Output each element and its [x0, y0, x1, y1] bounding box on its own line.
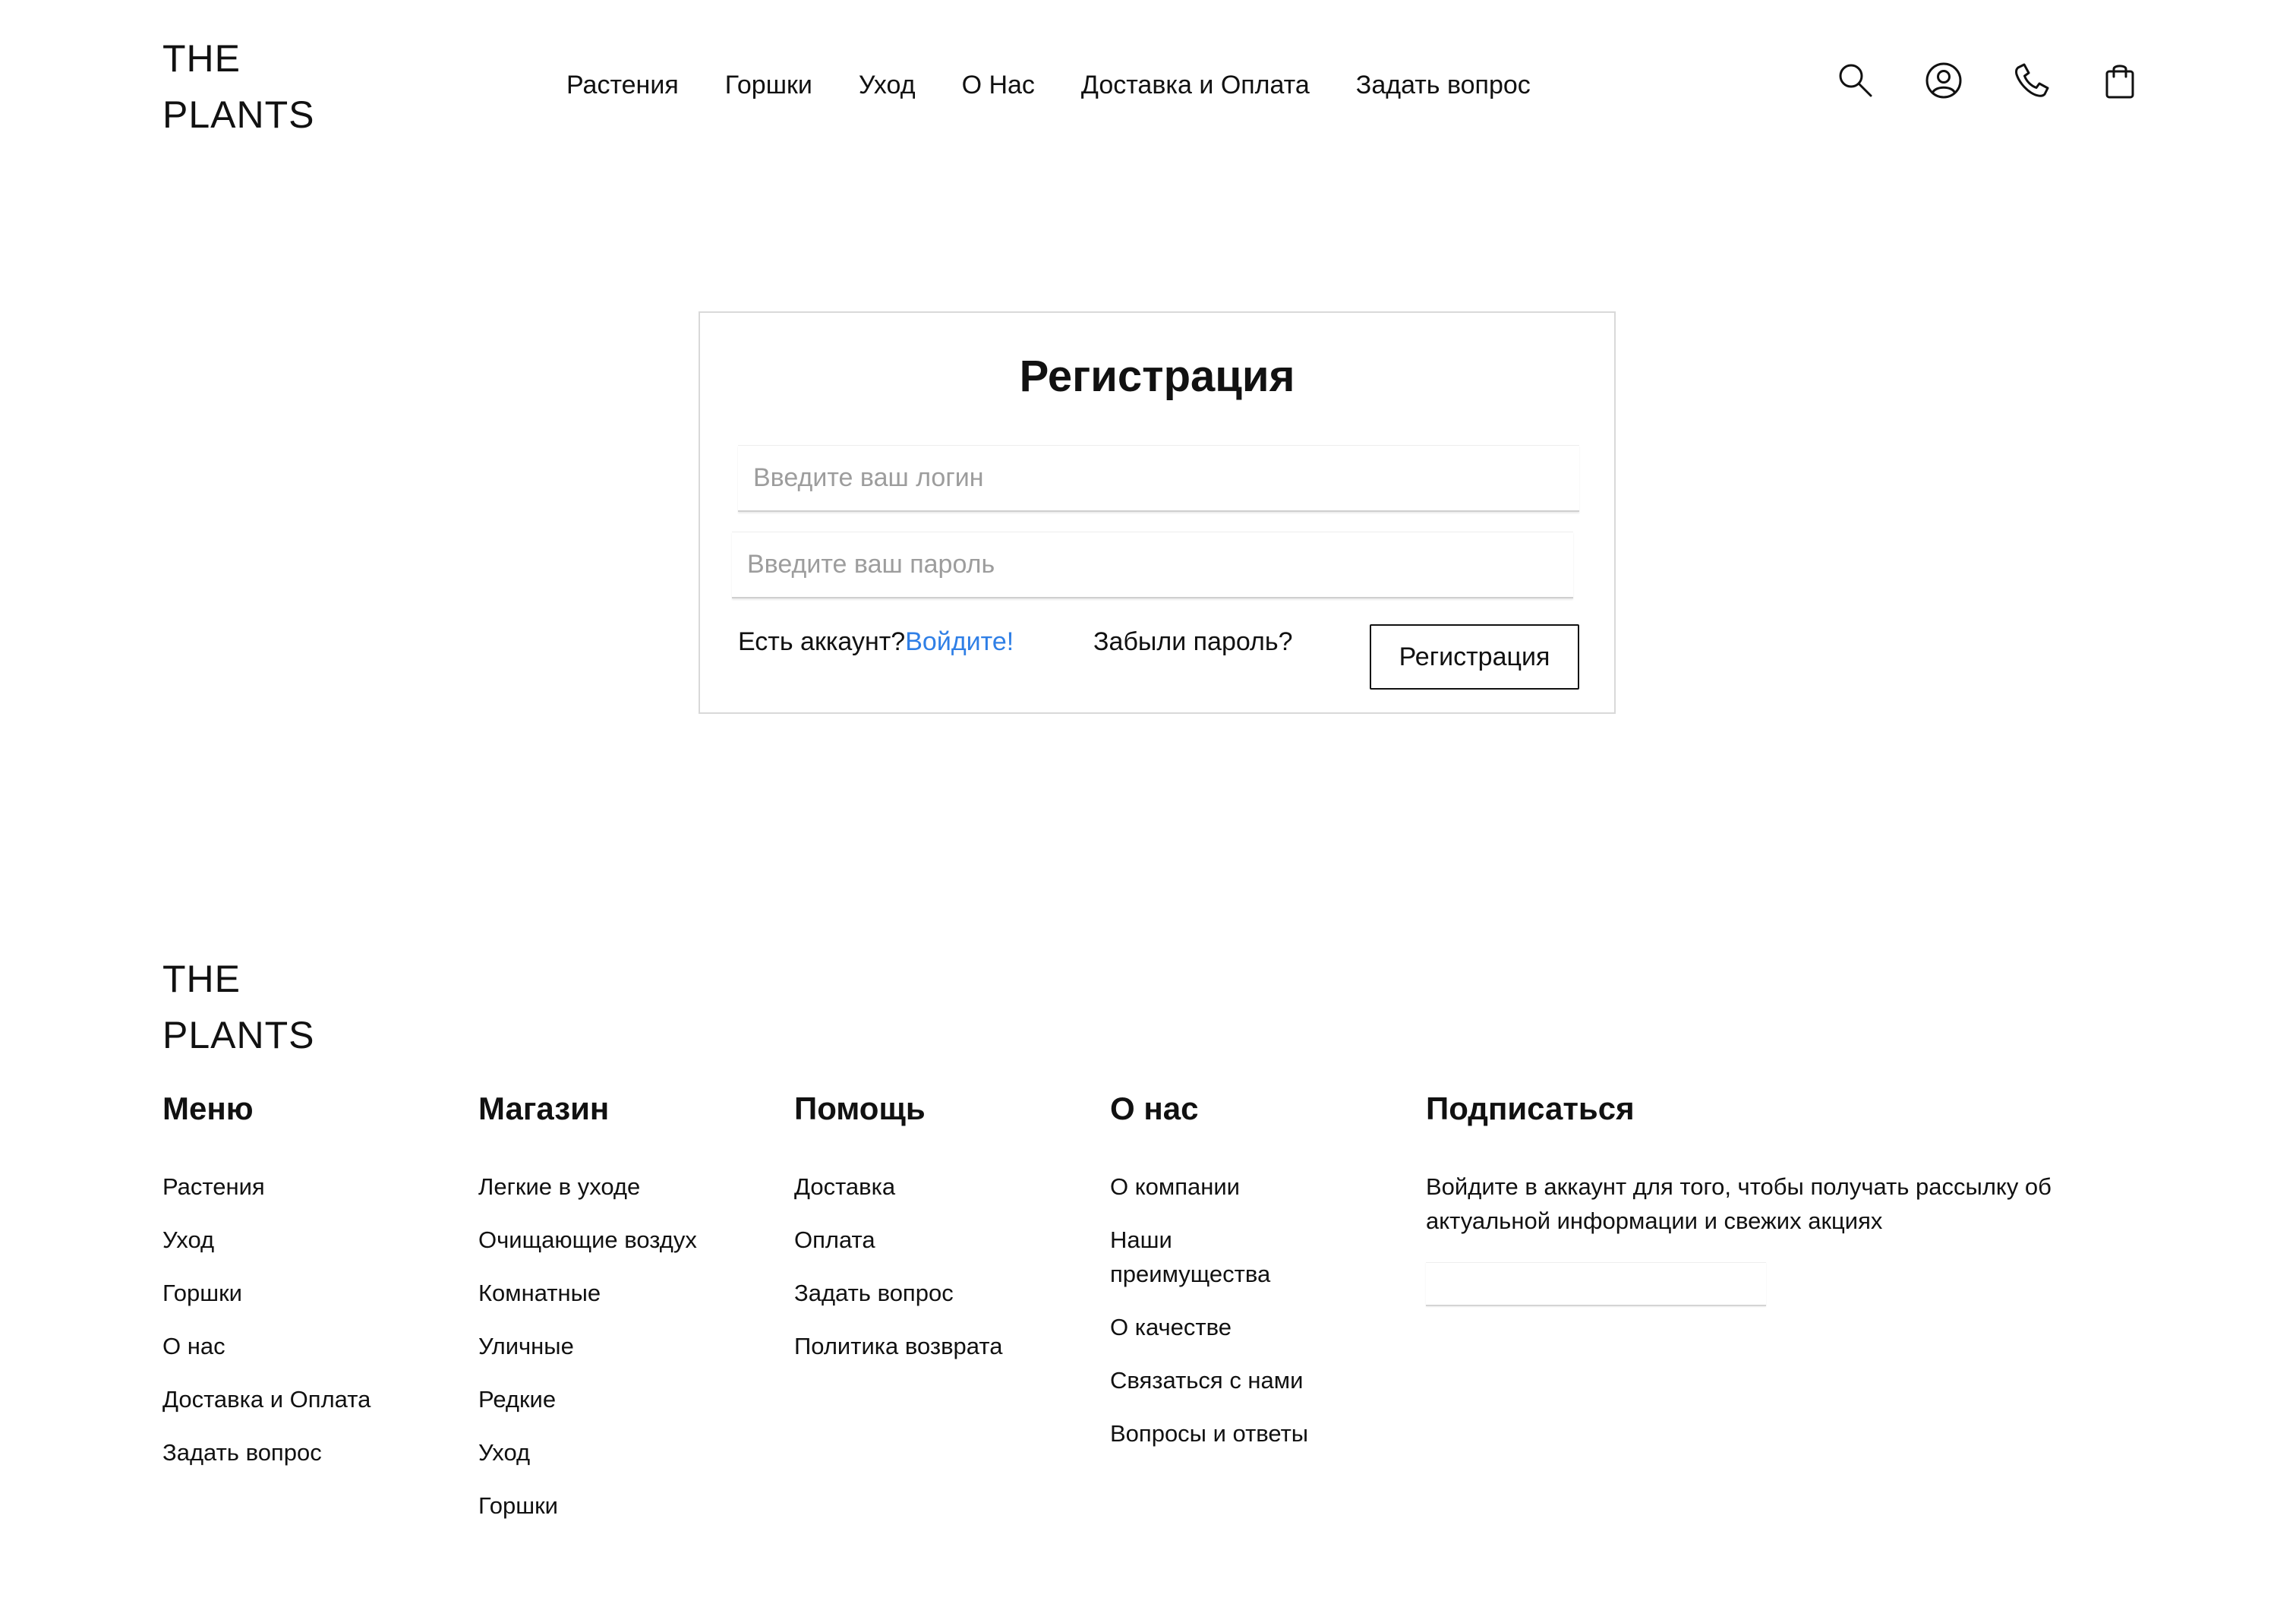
subscribe-description: Войдите в аккаунт для того, чтобы получа… — [1426, 1173, 2052, 1234]
footer-subscribe-title: Подписаться — [1426, 1091, 1635, 1126]
footer-menu-link[interactable]: О нас — [162, 1329, 371, 1363]
user-icon[interactable] — [1924, 59, 1963, 102]
footer-help-link[interactable]: Оплата — [794, 1223, 1002, 1257]
register-button[interactable]: Регистрация — [1370, 624, 1579, 690]
footer-about-link[interactable]: О компании — [1110, 1170, 1353, 1204]
password-input[interactable] — [732, 532, 1573, 598]
footer-help-link[interactable]: Политика возврата — [794, 1329, 1002, 1363]
logo-line-2: PLANTS — [162, 93, 315, 136]
forgot-password-link[interactable]: Забыли пароль? — [1093, 623, 1293, 661]
footer-menu-link[interactable]: Уход — [162, 1223, 371, 1257]
footer-help-list: Доставка Оплата Задать вопрос Политика в… — [794, 1170, 1002, 1382]
login-input[interactable] — [738, 445, 1579, 512]
main-nav: Растения Горшки Уход О Нас Доставка и Оп… — [566, 65, 1531, 105]
footer-shop-list: Легкие в уходе Очищающие воздух Комнатны… — [478, 1170, 697, 1542]
footer-about-list: О компании Наши преимущества О качестве … — [1110, 1170, 1353, 1470]
phone-icon[interactable] — [2012, 59, 2052, 102]
footer-shop-link[interactable]: Комнатные — [478, 1276, 697, 1310]
nav-link-pots[interactable]: Горшки — [725, 65, 812, 105]
nav-link-ask-question[interactable]: Задать вопрос — [1356, 65, 1531, 105]
footer-about-column: О нас О компании Наши преимущества О кач… — [1110, 1086, 1308, 1447]
footer-shop-link[interactable]: Уличные — [478, 1329, 697, 1363]
footer-shop-column: Магазин Легкие в уходе Очищающие воздух … — [478, 1086, 697, 1519]
footer-about-title: О нас — [1110, 1091, 1199, 1126]
registration-title: Регистрация — [1019, 352, 1295, 401]
footer-help-column: Помощь Доставка Оплата Задать вопрос Пол… — [794, 1086, 1002, 1359]
has-account-text: Есть аккаунт? — [738, 627, 906, 656]
header-icons — [1836, 59, 2140, 102]
footer-shop-link[interactable]: Легкие в уходе — [478, 1170, 697, 1204]
footer-logo[interactable]: THE PLANTS — [162, 951, 315, 1063]
footer-about-link[interactable]: Вопросы и ответы — [1110, 1416, 1353, 1451]
login-link[interactable]: Войдите! — [905, 627, 1014, 656]
footer-menu-link[interactable]: Доставка и Оплата — [162, 1382, 371, 1416]
nav-link-about[interactable]: О Нас — [962, 65, 1035, 105]
footer-about-link[interactable]: О качестве — [1110, 1310, 1353, 1344]
footer-shop-link[interactable]: Уход — [478, 1435, 697, 1470]
footer-logo-line-1: THE — [162, 958, 241, 1000]
footer-menu-list: Растения Уход Горшки О нас Доставка и Оп… — [162, 1170, 371, 1488]
footer-logo-line-2: PLANTS — [162, 1014, 315, 1056]
footer-menu-link[interactable]: Задать вопрос — [162, 1435, 371, 1470]
logo-line-1: THE — [162, 37, 241, 80]
footer-about-link[interactable]: Наши преимущества — [1110, 1223, 1307, 1291]
footer-help-link[interactable]: Задать вопрос — [794, 1276, 1002, 1310]
footer-subscribe-column: Подписаться Войдите в аккаунт для того, … — [1426, 1086, 2155, 1306]
has-account-prompt: Есть аккаунт?Войдите! — [738, 623, 1014, 661]
subscribe-input[interactable] — [1426, 1262, 1766, 1306]
footer-menu-title: Меню — [162, 1091, 254, 1126]
footer-menu-column: Меню Растения Уход Горшки О нас Доставка… — [162, 1086, 371, 1466]
search-icon[interactable] — [1836, 59, 1875, 102]
footer-menu-link[interactable]: Растения — [162, 1170, 371, 1204]
registration-form: Регистрация Есть аккаунт?Войдите! Забыли… — [699, 311, 1616, 714]
nav-link-plants[interactable]: Растения — [566, 65, 679, 105]
footer-about-link[interactable]: Связаться с нами — [1110, 1363, 1353, 1397]
footer-help-link[interactable]: Доставка — [794, 1170, 1002, 1204]
footer-menu-link[interactable]: Горшки — [162, 1276, 371, 1310]
nav-link-care[interactable]: Уход — [859, 65, 916, 105]
footer-shop-link[interactable]: Очищающие воздух — [478, 1223, 697, 1257]
footer-shop-title: Магазин — [478, 1091, 610, 1126]
footer-shop-link[interactable]: Редкие — [478, 1382, 697, 1416]
shopping-bag-icon[interactable] — [2100, 59, 2140, 102]
nav-link-delivery[interactable]: Доставка и Оплата — [1081, 65, 1310, 105]
footer-help-title: Помощь — [794, 1091, 926, 1126]
header-logo[interactable]: THE PLANTS — [162, 30, 315, 143]
footer-shop-link[interactable]: Горшки — [478, 1488, 697, 1523]
